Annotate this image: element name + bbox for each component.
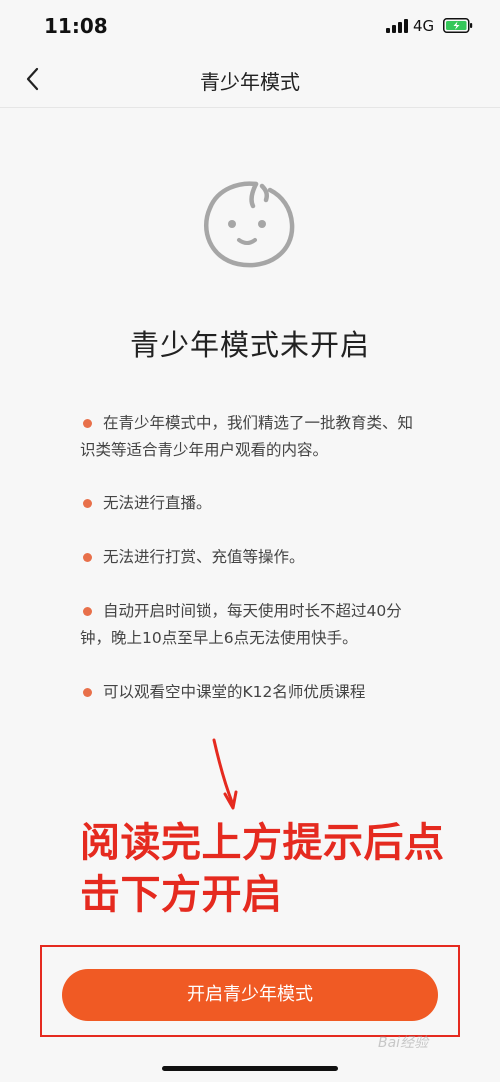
teen-mode-screen: 11:08 4G 青少年模式 青少年模式未开启 在青少年模式中，我们精选了一批教… bbox=[0, 0, 500, 1082]
list-item: 无法进行打赏、充值等操作。 bbox=[80, 544, 305, 571]
bullet-dot bbox=[83, 499, 92, 508]
bullet-dot bbox=[83, 688, 92, 697]
enable-teen-mode-button[interactable]: 开启青少年模式 bbox=[62, 969, 438, 1021]
list-item: 可以观看空中课堂的K12名师优质课程 bbox=[80, 679, 365, 706]
nav-bar: 青少年模式 bbox=[0, 50, 500, 108]
battery-icon bbox=[443, 18, 473, 33]
bullet-dot bbox=[83, 419, 92, 428]
signal-icon bbox=[386, 19, 408, 33]
baby-face-icon bbox=[204, 181, 295, 268]
status-bar: 11:08 4G bbox=[0, 0, 500, 50]
bullet-dot bbox=[83, 607, 92, 616]
list-item: 在青少年模式中，我们精选了一批教育类、知识类等适合青少年用户观看的内容。 bbox=[80, 414, 414, 459]
page-title: 青少年模式 bbox=[200, 70, 300, 94]
bullet-dot bbox=[83, 553, 92, 562]
list-item: 自动开启时间锁，每天使用时长不超过40分钟，晚上10点至早上6点无法使用快手。 bbox=[80, 602, 402, 647]
list-item: 无法进行直播。 bbox=[80, 490, 212, 517]
network-label: 4G bbox=[413, 17, 435, 35]
home-indicator bbox=[162, 1066, 338, 1071]
mode-status-title: 青少年模式未开启 bbox=[129, 328, 370, 362]
watermark: Bai经验 bbox=[378, 1035, 429, 1051]
status-time: 11:08 bbox=[44, 14, 108, 38]
annotation-text: 阅读完上方提示后点击下方开启 bbox=[80, 820, 445, 918]
annotation-arrow bbox=[212, 738, 238, 810]
